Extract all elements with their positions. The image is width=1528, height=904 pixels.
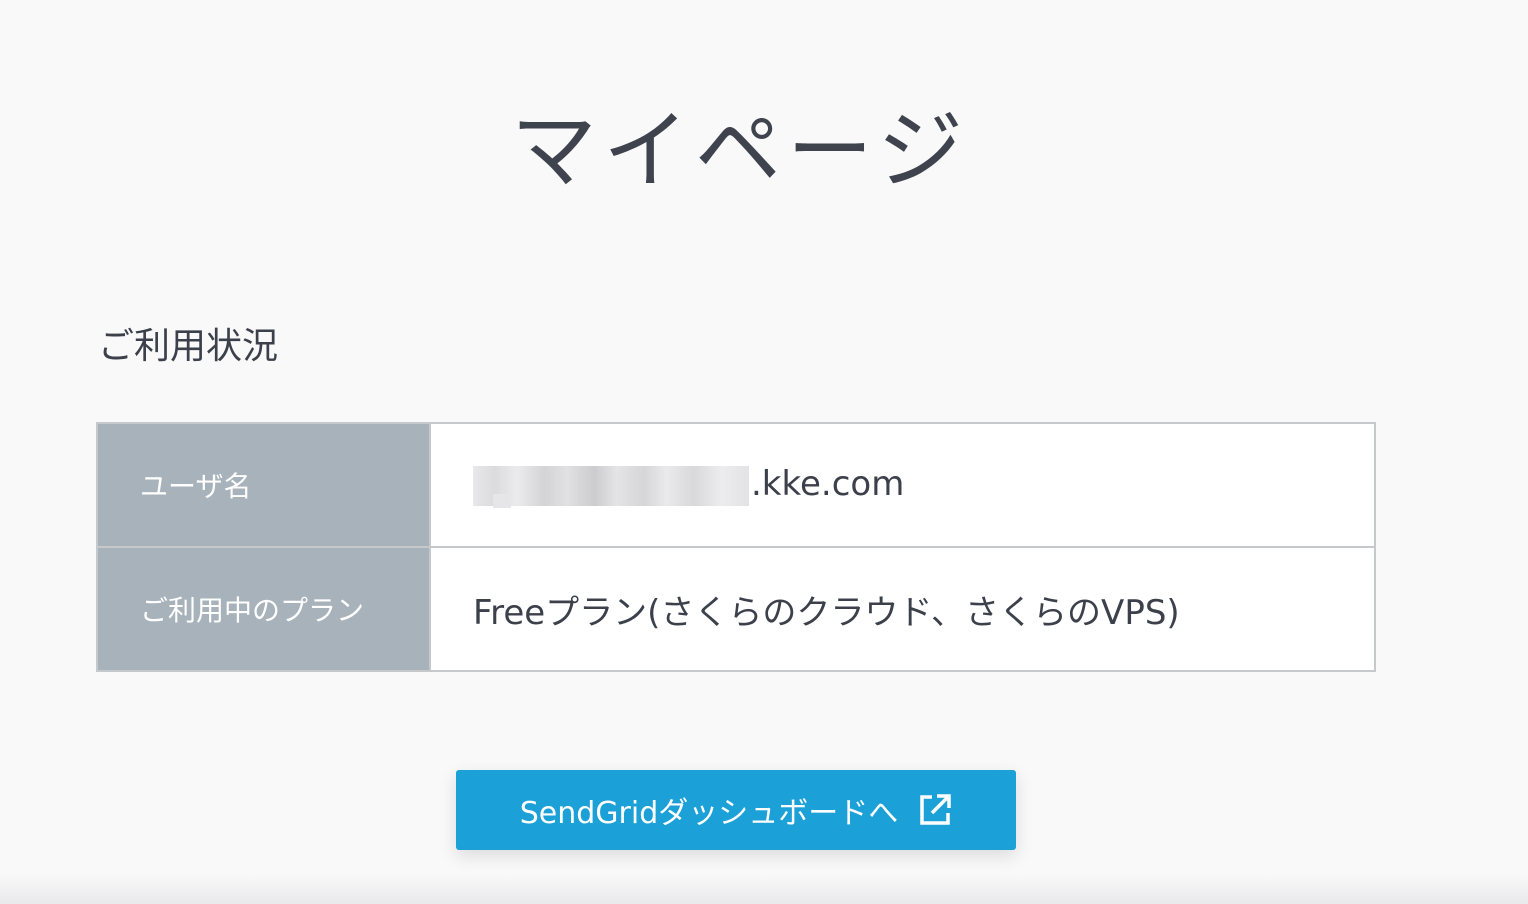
username-label: ユーザ名 <box>96 422 431 548</box>
plan-value: Freeプラン(さくらのクラウド、さくらのVPS) <box>429 546 1376 672</box>
sendgrid-dashboard-button[interactable]: SendGridダッシュボードへ <box>456 770 1016 850</box>
redacted-username-blur <box>473 465 749 508</box>
plan-label: ご利用中のプラン <box>96 546 431 672</box>
page-title: マイページ <box>510 101 970 201</box>
bottom-fade <box>0 874 1528 904</box>
username-value: .kke.com <box>751 464 905 505</box>
section-title-usage: ご利用状況 <box>98 326 279 367</box>
username-value-cell: .kke.com <box>429 422 1376 548</box>
table-row-plan: ご利用中のプラン Freeプラン(さくらのクラウド、さくらのVPS) <box>96 546 1376 672</box>
dashboard-button-label: SendGridダッシュボードへ <box>519 796 899 831</box>
usage-table: ユーザ名 .kke.com ご利用中のプラン Freeプラン(さくらのクラウド、… <box>96 422 1376 672</box>
external-link-icon <box>918 793 952 827</box>
table-row-username: ユーザ名 .kke.com <box>96 422 1376 548</box>
